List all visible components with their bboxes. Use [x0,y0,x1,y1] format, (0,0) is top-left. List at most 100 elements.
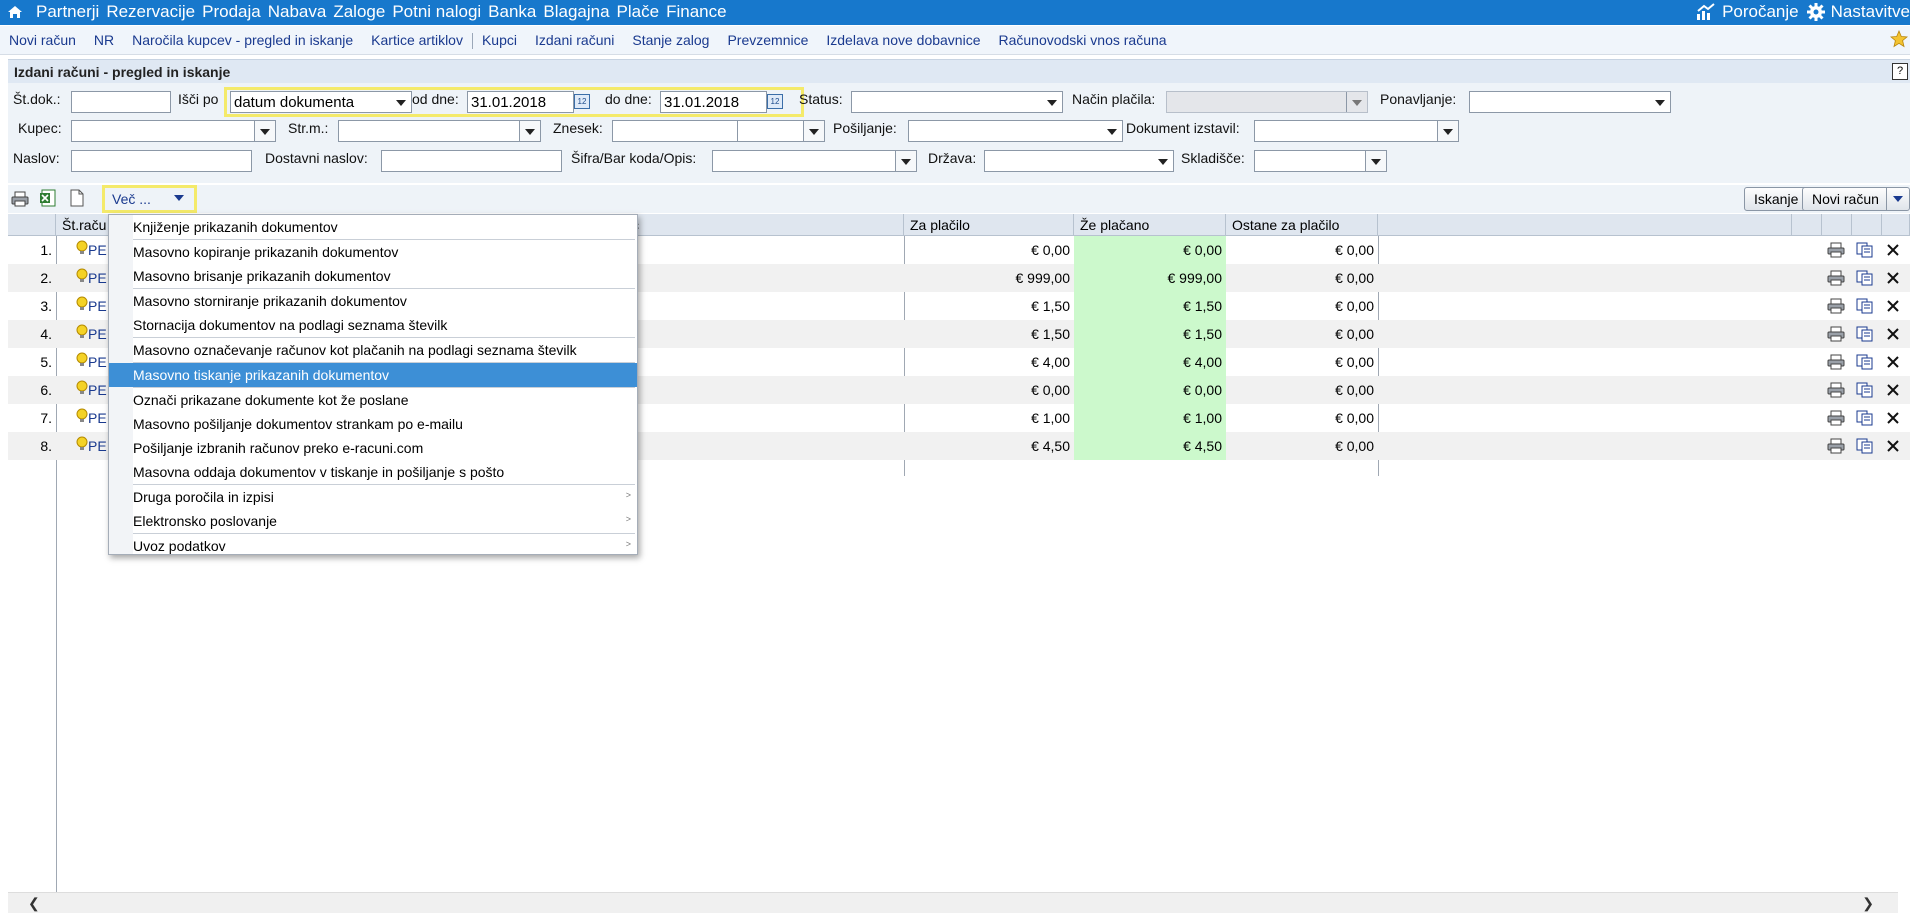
label-ponavljanje: Ponavljanje: [1380,91,1457,107]
excel-export-icon[interactable] [39,189,57,207]
copy-icon[interactable] [1856,382,1874,401]
menu-item-e-racuni[interactable]: Pošiljanje izbranih računov preko e-racu… [109,436,637,460]
kupec-combobox[interactable] [71,120,276,142]
menu-item-druga-porocila[interactable]: Druga poročila in izpisi > [109,485,637,509]
star-icon[interactable] [1890,30,1908,48]
dokument-izstavil-combobox[interactable] [1254,120,1459,142]
delete-icon[interactable] [1886,439,1900,456]
menu-item-uvoz[interactable]: Uvoz podatkov > [109,534,637,558]
scroll-right-icon[interactable]: ❯ [1862,895,1874,912]
subnav-stanje-zalog[interactable]: Stanje zalog [623,32,718,48]
znesek-operator-combobox[interactable] [737,120,825,142]
header-ostane[interactable]: Ostane za plačilo [1226,214,1378,236]
subnav-nr[interactable]: NR [85,32,123,48]
search-button[interactable]: Iskanje [1744,187,1809,211]
menu-blagajna[interactable]: Blagajna [543,2,609,21]
subnav-kupci[interactable]: Kupci [473,32,526,48]
menu-banka[interactable]: Banka [488,2,536,21]
delete-icon[interactable] [1886,355,1900,372]
horizontal-scrollbar[interactable]: ❮ ❯ [8,892,1898,913]
help-icon[interactable]: ? [1892,63,1908,80]
naslov-input[interactable] [71,150,252,172]
menu-item-storniranje[interactable]: Masovno storniranje prikazanih dokumento… [109,289,637,313]
menu-item-oznaci-poslane[interactable]: Označi prikazane dokumente kot že poslan… [109,388,637,412]
print-icon[interactable] [1827,438,1845,457]
copy-icon[interactable] [1856,354,1874,373]
copy-icon[interactable] [1856,438,1874,457]
do-dne-input[interactable]: 31.01.2018 [660,91,767,113]
menu-finance[interactable]: Finance [666,2,726,21]
copy-icon[interactable] [1856,410,1874,429]
st-dok-input[interactable] [71,91,171,113]
delete-icon[interactable] [1886,299,1900,316]
posiljanje-select[interactable] [908,120,1123,142]
skladisce-combobox[interactable] [1254,150,1387,172]
gear-icon[interactable] [1806,3,1825,21]
subnav-racunovodski-vnos[interactable]: Računovodski vnos računa [989,32,1175,48]
header-za-placilo[interactable]: Za plačilo [904,214,1074,236]
print-icon[interactable] [11,190,29,208]
copy-icon[interactable] [1856,298,1874,317]
sifra-combobox[interactable] [712,150,917,172]
subnav-narocila-kupcev[interactable]: Naročila kupcev - pregled in iskanje [123,32,362,48]
isci-po-select[interactable]: datum dokumenta [230,91,412,113]
delete-icon[interactable] [1886,271,1900,288]
subnav-kartice-artiklov[interactable]: Kartice artiklov [362,32,472,48]
menu-porocanje[interactable]: Poročanje [1722,2,1799,22]
label-naslov: Naslov: [13,150,60,166]
header-ze-placano[interactable]: Že plačano [1074,214,1226,236]
menu-item-knjizenje[interactable]: Knjiženje prikazanih dokumentov [109,215,637,239]
menu-prodaja[interactable]: Prodaja [202,2,261,21]
delete-icon[interactable] [1886,383,1900,400]
od-dne-input[interactable]: 31.01.2018 [467,91,574,113]
delete-icon[interactable] [1886,243,1900,260]
menu-potni-nalogi[interactable]: Potni nalogi [392,2,481,21]
copy-icon[interactable] [1856,270,1874,289]
print-icon[interactable] [1827,242,1845,261]
calendar-icon[interactable]: 12 [767,94,783,109]
vec-dropdown-button[interactable]: Več ... [108,189,192,209]
new-invoice-button[interactable]: Novi račun [1802,187,1910,211]
menu-place[interactable]: Plače [617,2,660,21]
print-icon[interactable] [1827,382,1845,401]
scroll-left-icon[interactable]: ❮ [28,895,40,912]
delete-icon[interactable] [1886,327,1900,344]
menu-partnerji[interactable]: Partnerji [36,2,99,21]
drzava-select[interactable] [984,150,1174,172]
print-icon[interactable] [1827,326,1845,345]
menu-item-oznacevanje-placanih[interactable]: Masovno označevanje računov kot plačanih… [109,338,637,362]
menu-nastavitve[interactable]: Nastavitve [1831,2,1910,22]
menu-nabava[interactable]: Nabava [268,2,327,21]
subnav-izdani-racuni[interactable]: Izdani računi [526,32,623,48]
print-icon[interactable] [1827,298,1845,317]
menu-item-stornacija-seznam[interactable]: Stornacija dokumentov na podlagi seznama… [109,313,637,337]
subnav-izdelava-dobavnice[interactable]: Izdelava nove dobavnice [817,32,989,48]
str-m-combobox[interactable] [338,120,541,142]
menu-rezervacije[interactable]: Rezervacije [106,2,195,21]
menu-item-elektronsko[interactable]: Elektronsko poslovanje > [109,509,637,533]
new-invoice-dropdown[interactable] [1886,188,1909,210]
print-icon[interactable] [1827,270,1845,289]
document-icon[interactable] [68,189,86,207]
menu-item-brisanje[interactable]: Masovno brisanje prikazanih dokumentov [109,264,637,288]
subnav-prevzemnice[interactable]: Prevzemnice [718,32,817,48]
chevron-down-icon [1655,100,1665,106]
print-icon[interactable] [1827,354,1845,373]
ponavljanje-select[interactable] [1469,91,1671,113]
menu-item-tiskanje[interactable]: Masovno tiskanje prikazanih dokumentov [109,363,637,387]
znesek-input[interactable] [612,120,738,142]
delete-icon[interactable] [1886,411,1900,428]
menu-zaloge[interactable]: Zaloge [333,2,385,21]
menu-item-kopiranje[interactable]: Masovno kopiranje prikazanih dokumentov [109,240,637,264]
print-icon[interactable] [1827,410,1845,429]
header-kupec[interactable]: c [626,214,904,236]
home-icon[interactable] [7,4,23,20]
subnav-novi-racun[interactable]: Novi račun [0,32,85,48]
menu-item-oddaja-posta[interactable]: Masovna oddaja dokumentov v tiskanje in … [109,460,637,484]
menu-item-posiljanje-email[interactable]: Masovno pošiljanje dokumentov strankam p… [109,412,637,436]
dostavni-naslov-input[interactable] [381,150,562,172]
status-select[interactable] [851,91,1063,113]
copy-icon[interactable] [1856,326,1874,345]
calendar-icon[interactable]: 12 [574,94,590,109]
copy-icon[interactable] [1856,242,1874,261]
